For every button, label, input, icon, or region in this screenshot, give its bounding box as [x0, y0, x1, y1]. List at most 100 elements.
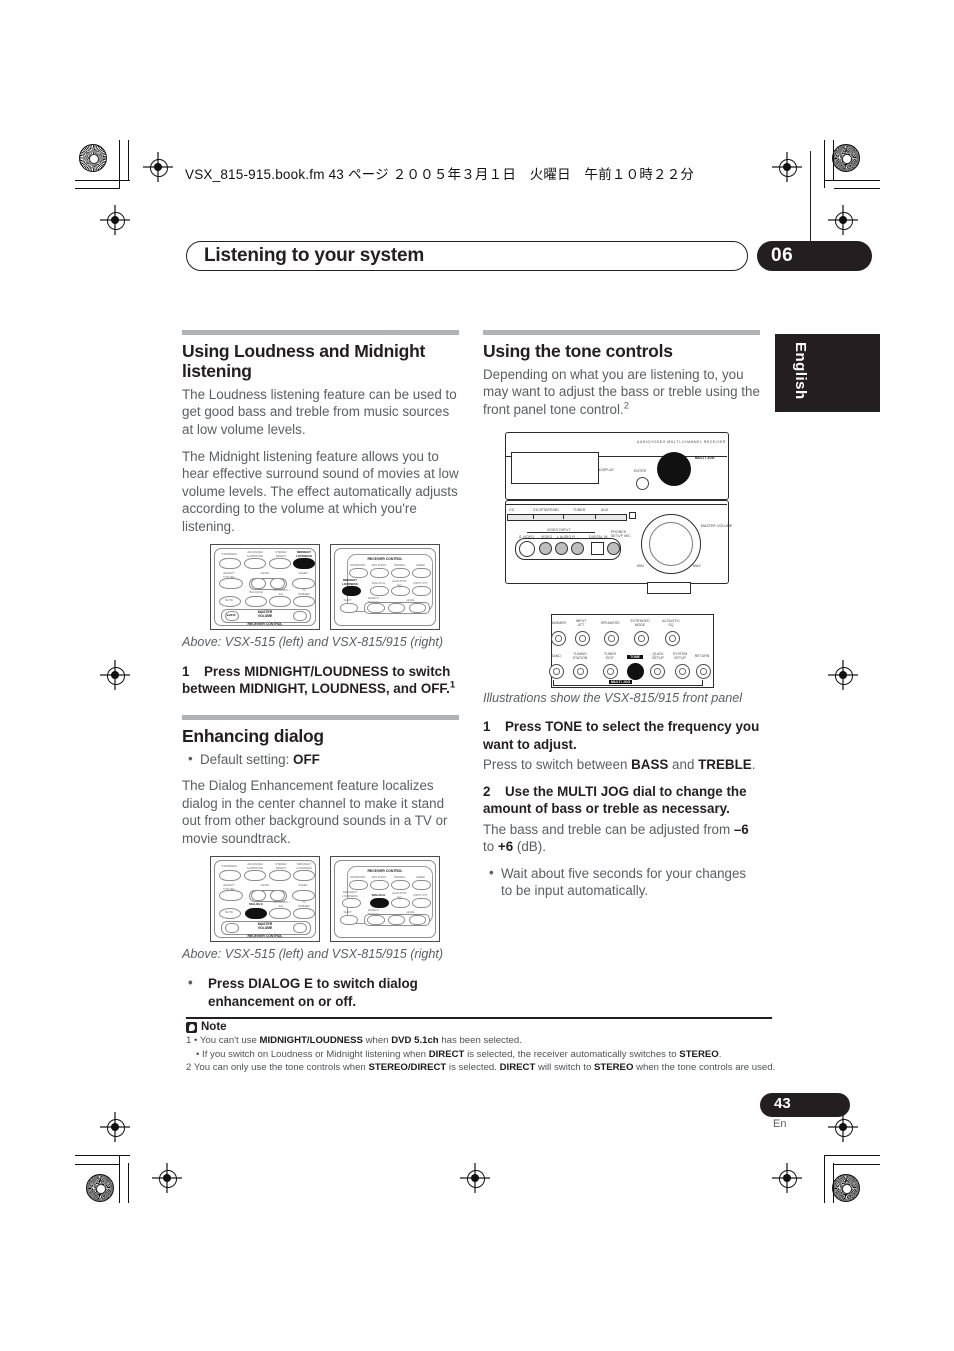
detail-knob-tuning-station	[573, 663, 588, 679]
remote-button-dialog-e-highlight	[245, 908, 267, 920]
registration-rosette-bottom-left	[82, 1170, 116, 1204]
heading-enhancing-dialog: Enhancing dialog	[182, 725, 324, 746]
note-3-text-a: You can only use the tone controls when	[193, 1062, 369, 1074]
section-rule-tone	[483, 330, 760, 335]
right-column: Using the tone controls Depending on wha…	[483, 330, 760, 908]
note-3-bold-2: DIRECT	[499, 1062, 536, 1074]
note-2-text-c: .	[718, 1048, 722, 1060]
detail-bracket-label: MULTI JOG	[609, 679, 633, 684]
list-item-dialog-step: Press DIALOG E to switch dialog enhancem…	[188, 974, 459, 1010]
detail-knob-band	[549, 663, 564, 679]
registration-target-top-left	[143, 152, 173, 182]
crop-mark-tr-h2	[834, 188, 880, 190]
detail-knob-tuner-edit	[603, 663, 618, 679]
detail-knob-speakers	[604, 630, 619, 646]
tone-1-text-c: .	[751, 757, 756, 773]
note-index-1: 1	[186, 1035, 192, 1046]
front-panel-title-text: AUDIO/VIDEO MULTI-CHANNEL RECEIVER	[637, 439, 726, 444]
tone-1-bass: BASS	[631, 757, 669, 773]
note-3-text-c: will switch to	[535, 1062, 594, 1074]
paragraph-dialog: The Dialog Enhancement feature localizes…	[182, 778, 448, 846]
note-1-text-a: You can't use	[199, 1035, 260, 1046]
remote-button-dialog-e-highlight-815	[370, 898, 389, 909]
chapter-number-badge: 06	[757, 241, 872, 271]
registration-rosette-top-left	[75, 140, 109, 174]
note-3-bold-1: STEREO/DIRECT	[368, 1062, 447, 1074]
detail-knob-acoustic-eq	[665, 630, 680, 646]
remote-vsx-815-loudness: RECEIVER CONTROL STANDARD ADV.SURR STERE…	[330, 544, 440, 631]
language-tab-label: English	[792, 342, 809, 400]
detail-knob-return	[696, 663, 711, 679]
master-volume-inner	[649, 521, 693, 566]
figure-remotes-dialog: STANDARD ADVANCED SURROUND STEREO DIRECT M…	[182, 856, 459, 944]
detail-knob-tone-highlight	[627, 662, 644, 680]
page-language-code: En	[773, 1118, 787, 1130]
note-1-text-c: has been selected.	[438, 1035, 522, 1046]
default-setting-label: Default setting:	[200, 751, 294, 767]
enter-label: ENTER	[634, 468, 647, 473]
figure-remotes-loudness: STANDARD ADVANCED SURROUND STEREO DIRECT M…	[182, 544, 459, 632]
note-3-bold-3: STEREO	[593, 1062, 634, 1074]
manual-page: VSX_815-915.book.fm 43 ページ ２００５年３月１日 火曜日…	[0, 0, 954, 1351]
left-column: Using Loudness and Midnight listening Th…	[182, 330, 459, 1019]
page-number: 43	[774, 1095, 791, 1112]
remote-button-midnight-loudness-highlight-815	[342, 586, 361, 597]
crop-mark-br-h2	[834, 1164, 880, 1166]
language-tab: English	[775, 334, 880, 412]
list-item-default-setting: Default setting: OFF	[188, 750, 459, 768]
setup-mic-jack	[607, 541, 620, 555]
detail-knob-extended-mode	[634, 630, 649, 646]
tone-2-text-c: (dB).	[513, 839, 546, 855]
video-jack	[539, 541, 552, 555]
front-panel-led	[629, 511, 636, 519]
note-2-bold-2: STEREO	[679, 1048, 719, 1060]
front-panel-display	[511, 451, 599, 484]
enter-knob	[636, 476, 649, 490]
note-1-bold-2: DVD 5.1ch	[391, 1035, 439, 1046]
s-video-jack	[519, 540, 535, 557]
step-tone-1: 1 Press TONE to select the frequency you …	[483, 718, 760, 753]
note-icon	[186, 1021, 197, 1033]
tone-2-text-b: to	[483, 839, 498, 855]
crop-mark-br-h	[824, 1155, 880, 1157]
multi-jog-label: MULTI JOG	[695, 455, 715, 460]
default-setting-value: OFF	[293, 751, 320, 767]
note-3-text-d: when the tone controls are used.	[633, 1062, 776, 1074]
note-1-text-b: when	[362, 1035, 392, 1046]
audio-l-jack	[555, 541, 568, 555]
tone-1-text-b: and	[668, 757, 699, 773]
front-panel-foot	[647, 581, 691, 594]
note-item-1: 1 • You can't use MIDNIGHT/LOUDNESS when…	[186, 1034, 776, 1048]
list-tone-note: Wait about five seconds for your changes…	[483, 864, 760, 900]
paragraph-loudness-2: The Midnight listening feature allows yo…	[182, 448, 459, 534]
figure-front-panel: DISPLAY AUDIO/VIDEO MULTI-CHANNEL RECEIV…	[497, 428, 737, 608]
footnote-ref-2: 2	[623, 400, 629, 412]
chapter-number: 06	[771, 245, 794, 266]
detail-knob-quick-setup	[650, 663, 665, 679]
heading-using-tone-controls: Using the tone controls	[483, 341, 673, 361]
note-item-2: • If you switch on Loudness or Midnight …	[186, 1048, 776, 1062]
remote-vsx-515-loudness: STANDARD ADVANCED SURROUND STEREO DIRECT M…	[210, 544, 320, 631]
remote-vsx-815-dialog: RECEIVER CONTROL STANDARD ADV.SURR STERE…	[330, 856, 440, 943]
tone-2-text-a: The bass and treble can be adjusted from	[483, 821, 734, 837]
registration-target-lower-left	[100, 1112, 130, 1142]
list-dialog-step: Press DIALOG E to switch dialog enhancem…	[182, 974, 459, 1010]
note-2-text-b: is selected, the receiver automatically …	[464, 1048, 680, 1060]
digital-in-jack	[591, 541, 604, 555]
step-number-1: 1	[182, 663, 190, 679]
detail-knob-dimmer	[551, 630, 566, 646]
note-2-text-a: If you switch on Loudness or Midnight li…	[202, 1048, 429, 1060]
step-text-tone-2: Use the MULTI JOG dial to change the amo…	[483, 783, 747, 817]
step-number-tone-1: 1	[483, 719, 491, 735]
note-2-bold-1: DIRECT	[428, 1048, 465, 1060]
crop-mark-tl-h2	[75, 188, 120, 190]
crop-mark-bl-h	[75, 1155, 130, 1157]
paragraph-tone-1: Press to switch between BASS and TREBLE.	[483, 756, 760, 774]
crop-mark-tl-h	[75, 180, 130, 182]
step-midnight-loudness: 1 Press MIDNIGHT/LOUDNESS to switch betwe…	[182, 663, 459, 698]
list-dialog-default: Default setting: OFF	[182, 750, 459, 768]
note-block: Note 1 • You can't use MIDNIGHT/LOUDNESS…	[186, 1021, 776, 1075]
caption-remotes-dialog: Above: VSX-515 (left) and VSX-815/915 (r…	[182, 947, 444, 962]
crop-mark-bl-v2	[128, 1163, 130, 1203]
paragraph-tone-intro: Depending on what you are listening to, …	[483, 366, 760, 419]
